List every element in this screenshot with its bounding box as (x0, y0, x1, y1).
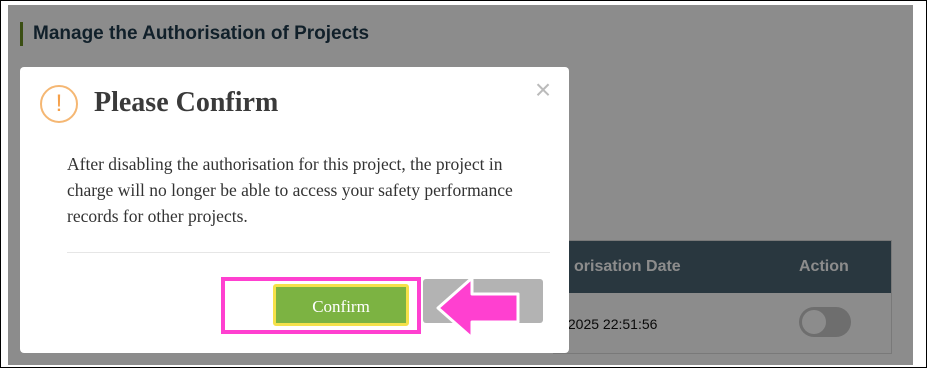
confirm-dialog: ! Please Confirm × After disabling the a… (20, 67, 569, 353)
confirm-button[interactable]: Confirm (273, 284, 409, 326)
close-icon[interactable]: × (532, 76, 554, 104)
screenshot-frame: Manage the Authorisation of Projects ori… (0, 0, 927, 368)
exclamation-circle-icon: ! (40, 85, 78, 123)
dialog-divider (67, 252, 550, 253)
left-arrow-icon (436, 276, 520, 340)
dialog-message: After disabling the authorisation for th… (67, 154, 513, 226)
dialog-title: Please Confirm (94, 87, 279, 118)
